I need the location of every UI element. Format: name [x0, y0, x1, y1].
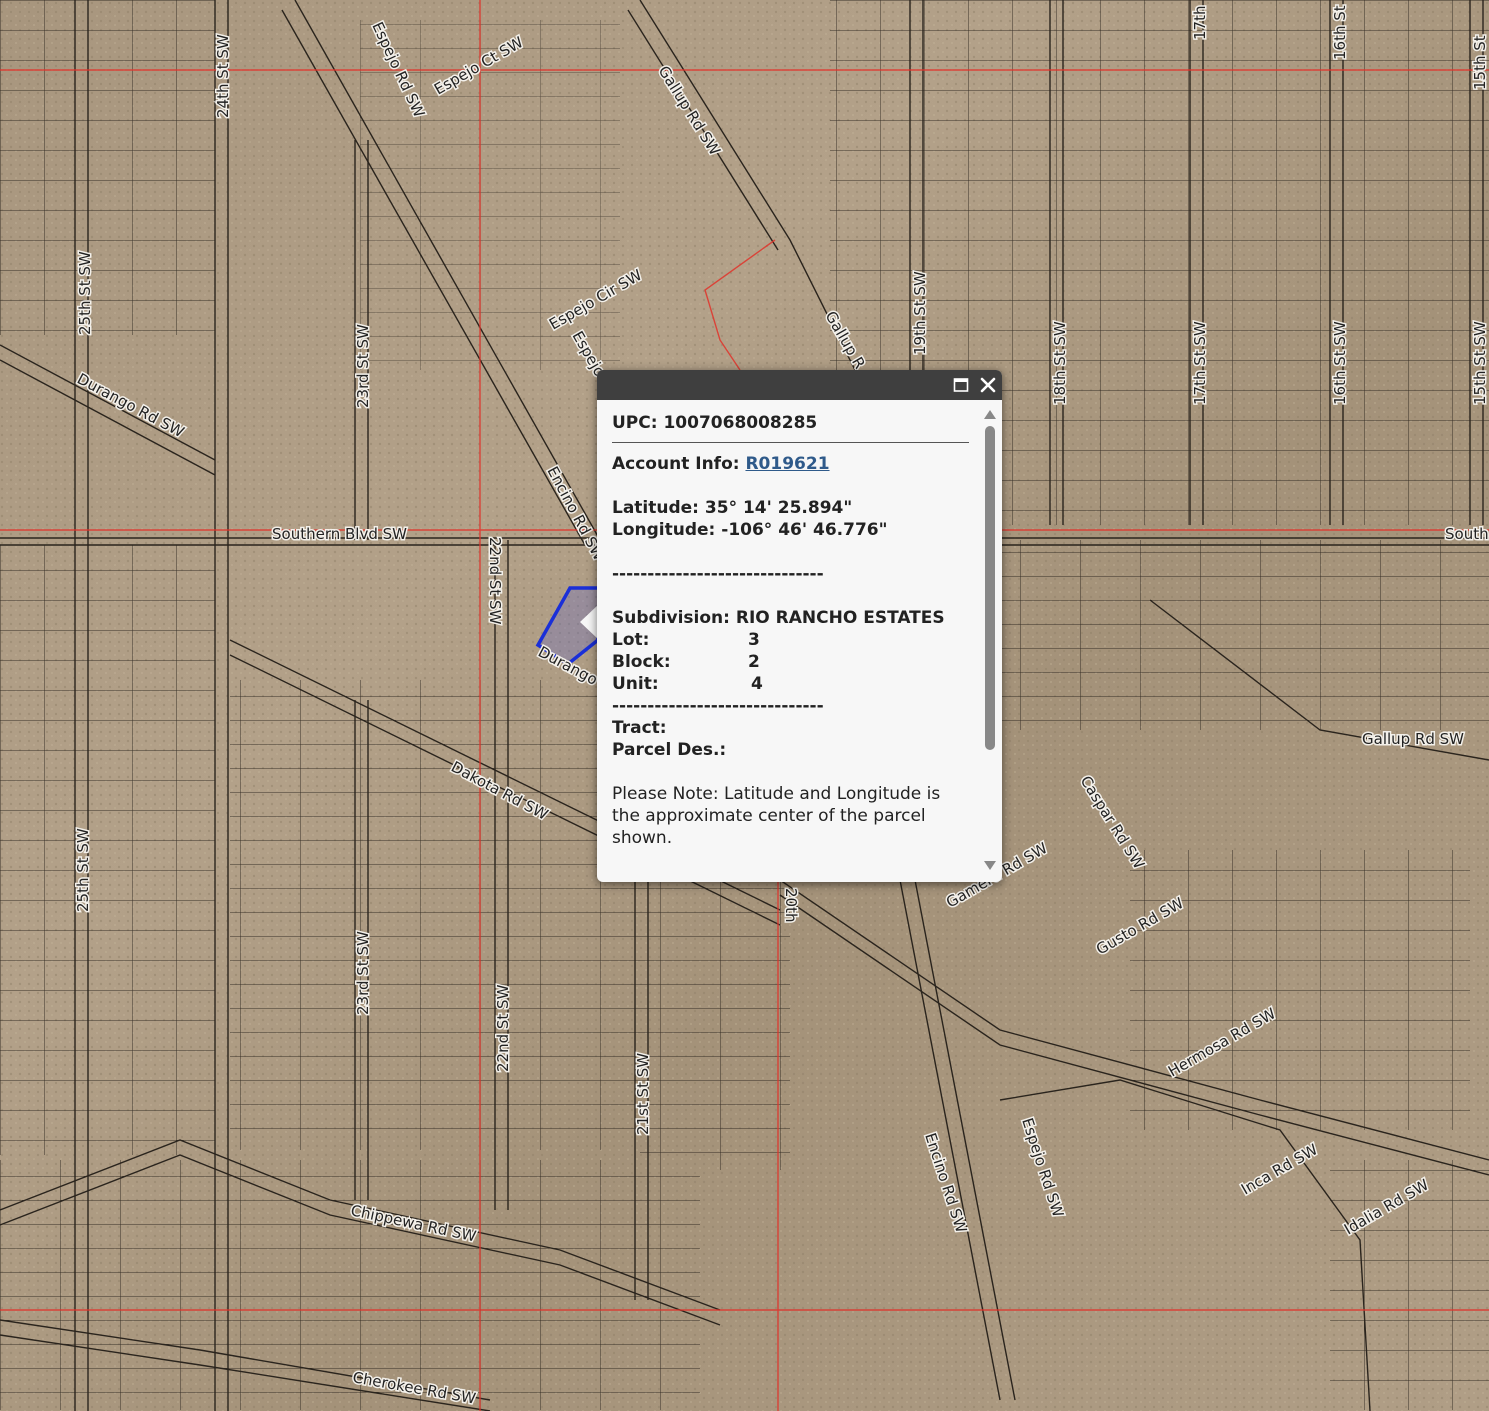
- account-row: Account Info: R019621: [612, 453, 970, 475]
- separator-line: ------------------------------: [612, 564, 824, 584]
- road-label: 17th: [1191, 6, 1209, 40]
- road-label: 23rd St SW: [354, 931, 372, 1015]
- scrollbar-thumb[interactable]: [985, 426, 995, 750]
- block-label: Block:: [612, 652, 671, 672]
- popup-pointer: [580, 605, 598, 639]
- road-label: 17th St SW: [1191, 321, 1209, 405]
- longitude-label: Longitude:: [612, 520, 716, 540]
- close-icon: [980, 377, 996, 393]
- subdivision-row: Subdivision: RIO RANCHO ESTATES: [612, 607, 970, 629]
- divider: [612, 442, 969, 443]
- road-label: 25th St SW: [76, 251, 94, 335]
- parcel-description-label: Parcel Des.:: [612, 740, 727, 760]
- latitude-label: Latitude:: [612, 498, 699, 518]
- block-row: Block: 2: [612, 651, 970, 673]
- road-label: 15th St: [1471, 35, 1489, 90]
- road-label: 22nd St SW: [494, 984, 512, 1072]
- separator-line: ------------------------------: [612, 696, 824, 716]
- account-link[interactable]: R019621: [745, 454, 829, 474]
- upc-value: 1007068008285: [663, 413, 818, 433]
- subdivision-label: Subdivision:: [612, 608, 730, 628]
- parcel-info-popup: UPC: 1007068008285 Account Info: R019621…: [597, 370, 1002, 882]
- road-label: 25th St SW: [74, 828, 92, 912]
- road-label: 15th St SW: [1471, 321, 1489, 405]
- maximize-icon: [953, 378, 969, 392]
- unit-label: Unit:: [612, 674, 659, 694]
- road-label: 16th St: [1331, 5, 1349, 60]
- popup-content: UPC: 1007068008285 Account Info: R019621…: [612, 412, 970, 872]
- upc-row: UPC: 1007068008285: [612, 412, 970, 434]
- latitude-value: 35° 14' 25.894": [704, 498, 853, 518]
- lot-label: Lot:: [612, 630, 650, 650]
- road-label: 24th St SW: [214, 34, 232, 118]
- lot-row: Lot: 3: [612, 629, 970, 651]
- account-label: Account Info:: [612, 454, 740, 474]
- road-label: Southern Blvd SW: [272, 525, 407, 543]
- latitude-row: Latitude: 35° 14' 25.894": [612, 497, 970, 519]
- close-button[interactable]: [977, 374, 999, 396]
- longitude-value: -106° 46' 46.776": [721, 520, 888, 540]
- road-label: 23rd St SW: [354, 324, 372, 408]
- longitude-row: Longitude: -106° 46' 46.776": [612, 519, 970, 541]
- triangle-down-icon: [984, 861, 996, 870]
- road-label: South: [1445, 525, 1489, 543]
- parcel-description-row: Parcel Des.:: [612, 739, 970, 761]
- subdivision-value: RIO RANCHO ESTATES: [735, 608, 945, 628]
- maximize-button[interactable]: [950, 374, 972, 396]
- road-label: 21st St SW: [634, 1053, 652, 1135]
- triangle-up-icon: [984, 410, 996, 419]
- upc-label: UPC:: [612, 413, 658, 433]
- location-note: Please Note: Latitude and Longitude is t…: [612, 784, 941, 848]
- lot-value: 3: [748, 630, 760, 650]
- block-value: 2: [748, 652, 760, 672]
- scroll-up-button[interactable]: [983, 406, 997, 420]
- tract-row: Tract:: [612, 717, 970, 739]
- road-label: 19th St SW: [911, 271, 929, 355]
- popup-scrollbar[interactable]: [982, 406, 998, 876]
- unit-value: 4: [751, 674, 763, 694]
- road-label: 18th St SW: [1051, 321, 1069, 405]
- road-label: 22nd St SW: [486, 537, 504, 625]
- scroll-down-button[interactable]: [983, 858, 997, 872]
- road-label: 20th: [782, 888, 800, 922]
- unit-row: Unit: 4: [612, 673, 970, 695]
- road-label: Gallup Rd SW: [1362, 730, 1464, 748]
- popup-header[interactable]: [597, 370, 1002, 400]
- road-label: 16th St SW: [1331, 321, 1349, 405]
- tract-label: Tract:: [612, 718, 667, 738]
